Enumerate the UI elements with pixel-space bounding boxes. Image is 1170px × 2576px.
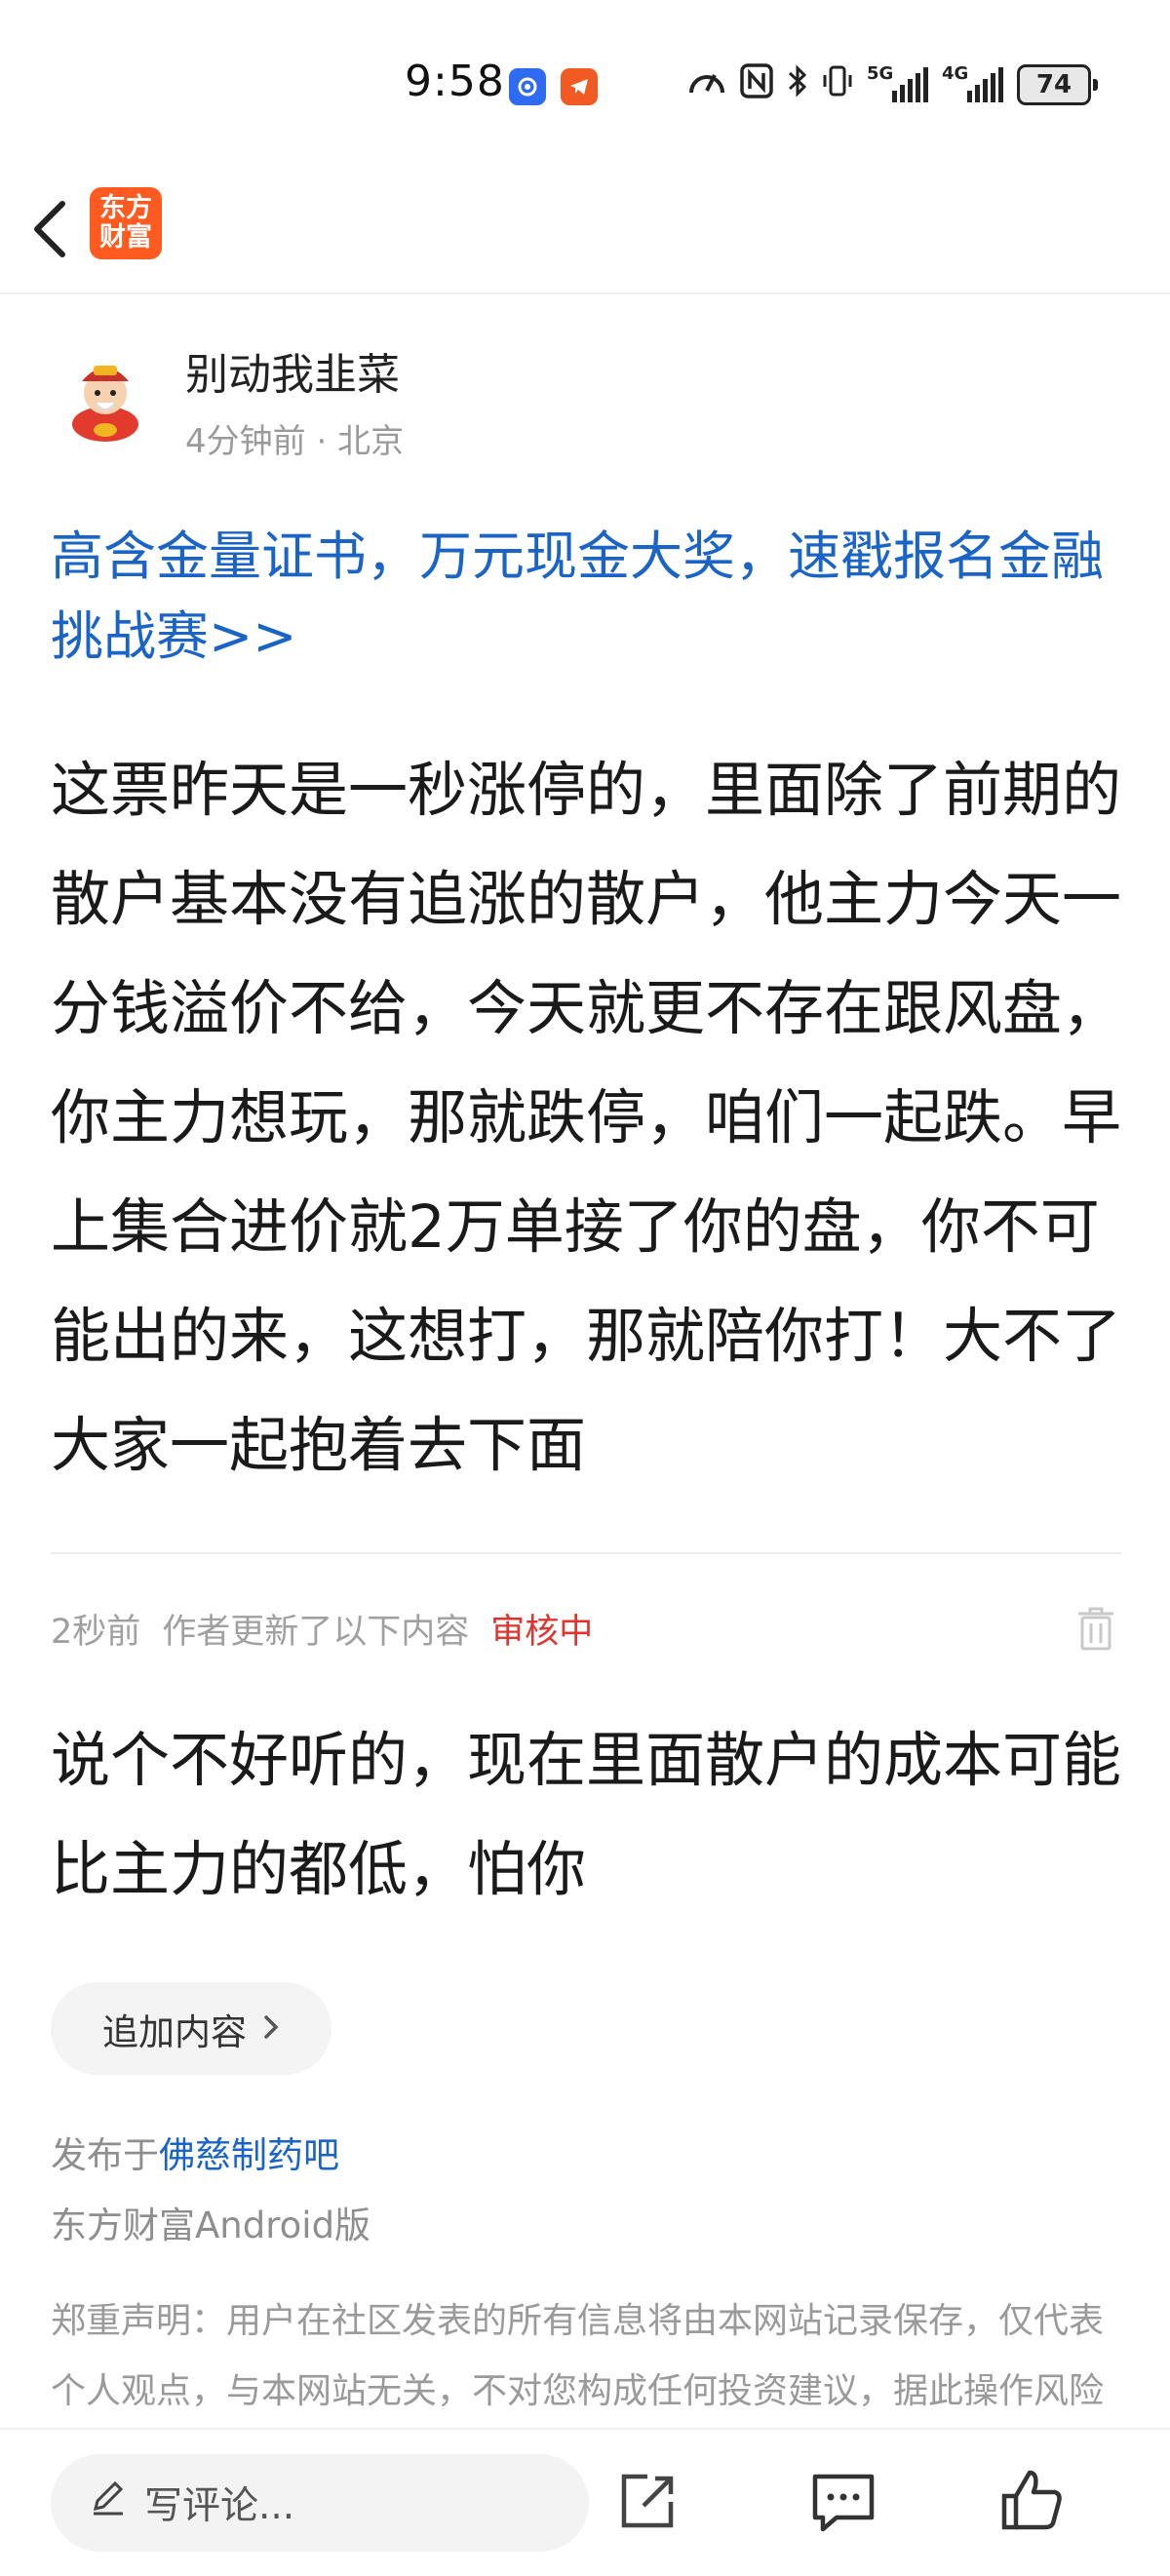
add-content-label: 追加内容 <box>102 2010 247 2053</box>
bluetooth-icon <box>787 63 808 107</box>
comment-icon[interactable] <box>809 2467 878 2535</box>
status-icons: 5G 4G 74 <box>687 60 1098 109</box>
update-header: 2秒前 作者更新了以下内容 审核中 <box>51 1604 593 1654</box>
nav-bar <box>0 171 1170 294</box>
client-info: 东方财富Android版 <box>51 2205 371 2246</box>
bottom-bar: 写评论... <box>0 2428 1170 2576</box>
stock-bar-link[interactable]: 佛慈制药吧 <box>159 2134 339 2176</box>
status-bar: 9:58 5G 4G 74 <box>0 0 1170 166</box>
author-name[interactable]: 别动我韭菜 <box>185 339 400 402</box>
app-logo[interactable]: 东方 财富 <box>90 187 162 259</box>
update-label: 作者更新了以下内容 <box>162 1613 470 1652</box>
post-meta: 4分钟前 · 北京 <box>185 422 405 461</box>
divider <box>51 1552 1121 1554</box>
comment-placeholder: 写评论... <box>144 2484 295 2528</box>
app-notification-icon <box>509 68 546 105</box>
share-icon[interactable] <box>614 2467 682 2535</box>
status-time: 9:58 <box>405 57 505 106</box>
post-location: 北京 <box>337 422 405 461</box>
review-status: 审核中 <box>490 1613 594 1652</box>
promo-link[interactable]: 高含金量证书，万元现金大奖，速戳报名金融挑战赛>> <box>51 517 1123 677</box>
avatar[interactable] <box>57 346 154 444</box>
battery-level: 74 <box>1017 64 1091 105</box>
pencil-icon <box>90 2479 127 2526</box>
speed-icon <box>687 63 726 107</box>
back-arrow-icon[interactable] <box>23 190 82 268</box>
battery-icon: 74 <box>1017 64 1098 105</box>
update-body: 说个不好听的，现在里面散户的成本可能比主力的都低，怕你 <box>51 1726 1122 1904</box>
vibrate-icon <box>822 63 853 107</box>
thumbs-up-icon[interactable] <box>998 2467 1067 2535</box>
signal-5g-icon: 5G <box>867 63 928 102</box>
nfc-icon <box>740 62 773 107</box>
signal-4g-icon: 4G <box>942 63 1003 102</box>
add-content-button[interactable]: 追加内容 <box>51 1982 332 2075</box>
telegram-notification-icon <box>561 68 598 105</box>
post-time: 4分钟前 <box>185 422 306 461</box>
published-in: 发布于佛慈制药吧 <box>51 2134 339 2176</box>
update-time: 2秒前 <box>51 1613 141 1652</box>
comment-input[interactable]: 写评论... <box>51 2454 589 2552</box>
trash-icon[interactable] <box>1074 1604 1117 1653</box>
disclaimer: 郑重声明：用户在社区发表的所有信息将由本网站记录保存，仅代表个人观点，与本网站无… <box>51 2301 1105 2411</box>
chevron-right-icon <box>262 2008 280 2049</box>
post-body: 这票昨天是一秒涨停的，里面除了前期的散户基本没有追涨的散户，他主力今天一分钱溢价… <box>51 756 1122 1480</box>
